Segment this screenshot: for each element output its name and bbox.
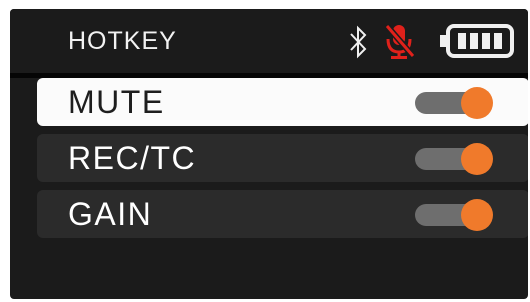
battery-icon [440, 24, 514, 58]
status-icons [348, 23, 518, 59]
hotkey-list: MUTE REC/TC GAIN [37, 78, 528, 246]
hotkey-row-mute[interactable]: MUTE [37, 78, 528, 126]
header-bar: HOTKEY [10, 9, 528, 73]
hotkey-label: MUTE [68, 84, 165, 120]
microphone-muted-icon [384, 24, 416, 59]
mute-toggle[interactable] [415, 87, 493, 119]
bluetooth-icon [350, 25, 367, 59]
hotkey-label: REC/TC [68, 140, 197, 176]
hotkey-row-rec-tc[interactable]: REC/TC [37, 134, 528, 182]
toggle-knob [461, 143, 493, 175]
toggle-knob [461, 199, 493, 231]
gain-toggle[interactable] [415, 199, 493, 231]
hotkey-label: GAIN [68, 196, 153, 232]
hotkey-row-gain[interactable]: GAIN [37, 190, 528, 238]
page-title: HOTKEY [68, 27, 177, 55]
rec-tc-toggle[interactable] [415, 143, 493, 175]
toggle-knob [461, 87, 493, 119]
device-screen: HOTKEY MUTE REC/TC GAIN [10, 9, 528, 299]
